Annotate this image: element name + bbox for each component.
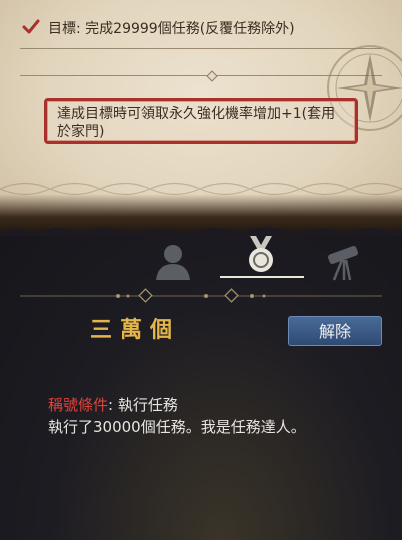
tab-selected-underline [220, 276, 304, 278]
parchment-panel: 目標: 完成29999個任務(反覆任務除外) 達成目標時可領取永久強化機率增加+… [0, 0, 402, 236]
goal-line: 目標: 完成29999個任務(反覆任務除外) [48, 18, 295, 38]
reward-text: 達成目標時可領取永久強化機率增加+1(套用於家門) [57, 106, 336, 140]
ornament-divider [20, 288, 382, 303]
title-description: 執行了30000個任務。我是任務達人。 [48, 418, 306, 436]
divider-diamond [206, 70, 218, 82]
title-panel: 三萬個 解除 稱號條件: 執行任務 執行了30000個任務。我是任務達人。 [0, 236, 402, 540]
goal-label: 目標: [48, 21, 81, 37]
tab-medal-icon[interactable] [236, 236, 286, 276]
checkmark-icon [22, 19, 40, 34]
title-name: 三萬個 [90, 318, 181, 343]
unlock-button[interactable]: 解除 [288, 316, 382, 346]
tab-telescope-icon[interactable] [322, 242, 372, 282]
goal-text: 完成29999個任務(反覆任務除外) [85, 21, 295, 37]
reward-box: 達成目標時可領取永久強化機率增加+1(套用於家門) [44, 98, 358, 144]
condition-value: 執行任務 [113, 396, 178, 414]
goal-row: 目標: 完成29999個任務(反覆任務除外) [0, 14, 402, 42]
condition-line: 稱號條件: 執行任務 [48, 394, 178, 415]
condition-label: 稱號條件 [48, 396, 109, 414]
tab-person-icon[interactable] [148, 242, 198, 282]
